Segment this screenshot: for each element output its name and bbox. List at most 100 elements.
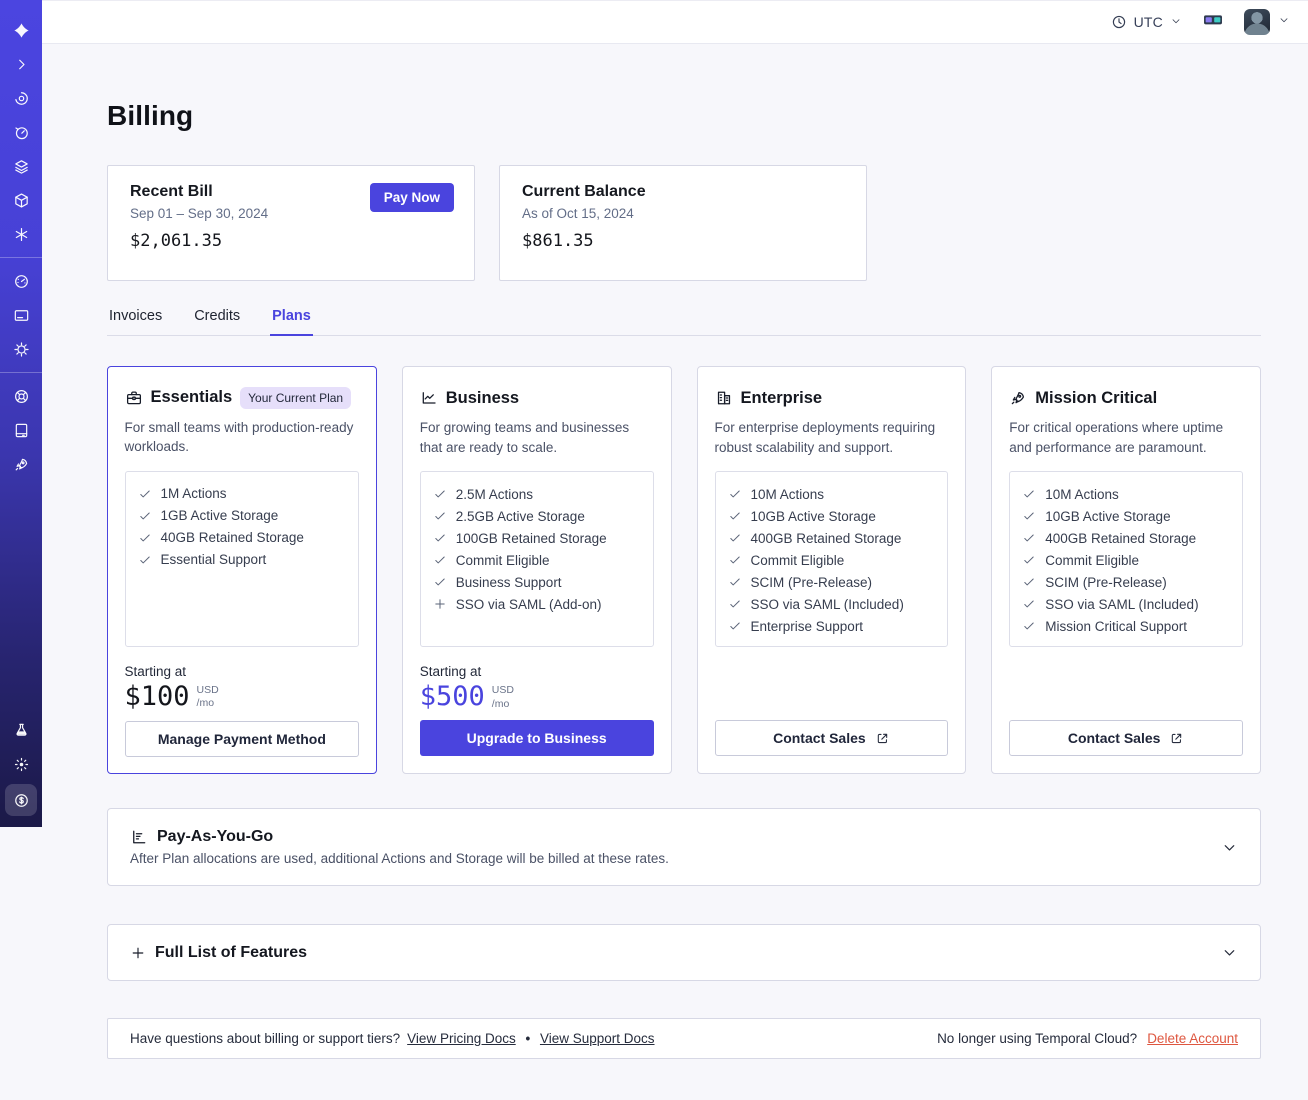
feature-label: 400GB Retained Storage — [750, 530, 902, 546]
feature-label: 400GB Retained Storage — [1045, 530, 1197, 546]
plan-price: Starting at $100 USD/mo — [125, 664, 360, 712]
temporal-logo-icon[interactable] — [4, 13, 38, 47]
billing-dollar-icon-active[interactable] — [5, 784, 37, 816]
docs-book-icon[interactable] — [4, 413, 38, 447]
theme-sun-icon[interactable] — [4, 747, 38, 781]
chevron-down-icon[interactable] — [1221, 944, 1238, 961]
plan-card-essentials: Essentials Your Current Plan For small t… — [107, 366, 377, 774]
chevron-down-icon — [1278, 13, 1290, 31]
usage-gauge-icon[interactable] — [4, 264, 38, 298]
feature-item: Commit Eligible — [1022, 549, 1230, 571]
feature-label: 10M Actions — [1045, 486, 1119, 502]
current-balance-amount: $861.35 — [522, 231, 594, 251]
feature-item: SSO via SAML (Add-on) — [433, 593, 641, 615]
billing-card-icon[interactable] — [4, 298, 38, 332]
tab-credits[interactable]: Credits — [192, 308, 242, 335]
feature-label: SSO via SAML (Included) — [750, 596, 904, 612]
price-unit: USD/mo — [197, 682, 219, 711]
pay-now-button[interactable]: Pay Now — [369, 183, 454, 212]
labs-flask-icon[interactable] — [4, 713, 38, 747]
feature-label: 40GB Retained Storage — [160, 530, 304, 546]
current-balance-asof: As of Oct 15, 2024 — [522, 206, 634, 221]
essentials-cta-button[interactable]: Manage Payment Method — [124, 720, 360, 757]
schedules-icon[interactable] — [4, 115, 38, 149]
delete-account-link[interactable]: Delete Account — [1147, 1031, 1238, 1046]
plan-description: For growing teams and businesses that ar… — [419, 420, 630, 455]
check-icon — [138, 531, 152, 545]
check-icon — [138, 509, 152, 523]
feature-label: SSO via SAML (Included) — [1045, 596, 1199, 612]
settings-gear-icon[interactable] — [4, 332, 38, 366]
account-menu[interactable] — [1244, 9, 1290, 35]
enterprise-cta-button[interactable]: Contact Sales — [714, 720, 949, 756]
feature-item: 40GB Retained Storage — [138, 527, 347, 549]
getting-started-rocket-icon[interactable] — [4, 447, 38, 481]
current-balance-title: Current Balance — [522, 183, 646, 200]
pay-as-you-go-panel[interactable]: Pay-As-You-Go After Plan allocations are… — [107, 808, 1261, 886]
current-balance-card: Current Balance As of Oct 15, 2024 $861.… — [499, 165, 867, 281]
mission-critical-cta-button[interactable]: Contact Sales — [1009, 720, 1243, 756]
cta-label: Upgrade to Business — [466, 730, 607, 746]
chevron-down-icon[interactable] — [1221, 839, 1238, 856]
plan-name: Enterprise — [740, 388, 823, 407]
feature-item: 10GB Active Storage — [728, 505, 936, 527]
clock-icon — [1111, 14, 1127, 30]
feature-item: 2.5GB Active Storage — [433, 505, 641, 527]
chart-up-icon — [420, 389, 438, 407]
check-icon — [728, 575, 742, 589]
tab-plans[interactable]: Plans — [270, 308, 313, 336]
support-lifebuoy-icon[interactable] — [4, 379, 38, 413]
full-features-header: Full List of Features — [130, 944, 307, 962]
feature-label: Commit Eligible — [750, 552, 845, 568]
feature-label: Enterprise Support — [750, 618, 864, 634]
feature-label: 2.5M Actions — [455, 486, 534, 502]
labs-glasses-button[interactable] — [1202, 9, 1224, 36]
plan-features: 10M Actions 10GB Active Storage 400GB Reta… — [1009, 471, 1243, 648]
check-icon — [1022, 487, 1036, 501]
footer-link-view-pricing-docs[interactable]: View Pricing Docs — [407, 1031, 516, 1046]
rocket-icon — [1009, 389, 1027, 407]
cta-label: Contact Sales — [1067, 730, 1161, 746]
plan-features: 2.5M Actions 2.5GB Active Storage 100GB Re… — [419, 471, 654, 648]
check-icon — [1022, 553, 1036, 567]
paygo-title: Pay-As-You-Go — [157, 828, 274, 845]
check-icon — [728, 553, 742, 567]
feature-item: 10M Actions — [728, 483, 936, 505]
briefcase-icon — [125, 389, 143, 407]
paygo-chart-icon — [130, 828, 148, 846]
price-amount: $100 — [124, 680, 190, 712]
business-cta-button[interactable]: Upgrade to Business — [419, 720, 654, 756]
namespaces-icon[interactable] — [4, 81, 38, 115]
billing-summary: Recent Bill Sep 01 – Sep 30, 2024 $2,061… — [107, 165, 1261, 281]
workflows-cube-icon[interactable] — [4, 183, 38, 217]
feature-item: 2.5M Actions — [433, 483, 641, 505]
check-icon — [138, 553, 152, 567]
feature-label: Commit Eligible — [455, 552, 550, 568]
feature-item: 400GB Retained Storage — [1022, 527, 1230, 549]
plan-card-mission-critical: Mission Critical For critical operations… — [991, 366, 1261, 774]
footer-link-view-support-docs[interactable]: View Support Docs — [540, 1031, 655, 1046]
feature-label: Essential Support — [160, 552, 267, 568]
paygo-subtitle: After Plan allocations are used, additio… — [130, 851, 669, 866]
feature-label: SSO via SAML (Add-on) — [455, 596, 602, 612]
check-icon — [433, 531, 447, 545]
feature-item: Commit Eligible — [728, 549, 936, 571]
layers-icon[interactable] — [4, 149, 38, 183]
plan-card-enterprise: Enterprise For enterprise deployments re… — [696, 366, 967, 774]
footer-right-question: No longer using Temporal Cloud? — [937, 1031, 1138, 1046]
check-icon — [1022, 597, 1036, 611]
paygo-header: Pay-As-You-Go After Plan allocations are… — [130, 828, 669, 866]
tab-invoices[interactable]: Invoices — [107, 308, 164, 335]
timezone-selector[interactable]: UTC — [1111, 14, 1182, 30]
price-prefix: Starting at — [124, 663, 187, 679]
full-features-panel[interactable]: Full List of Features — [107, 924, 1261, 981]
recent-bill-card: Recent Bill Sep 01 – Sep 30, 2024 $2,061… — [107, 165, 475, 281]
nexus-asterisk-icon[interactable] — [4, 217, 38, 251]
plan-description: For critical operations where uptime and… — [1009, 420, 1224, 455]
footer-account: No longer using Temporal Cloud? Delete A… — [937, 1031, 1238, 1046]
feature-label: 1GB Active Storage — [160, 508, 279, 524]
price-unit: USD/mo — [492, 682, 514, 711]
feature-label: 100GB Retained Storage — [455, 530, 607, 546]
check-icon — [728, 487, 742, 501]
chevron-right-icon[interactable] — [4, 47, 38, 81]
